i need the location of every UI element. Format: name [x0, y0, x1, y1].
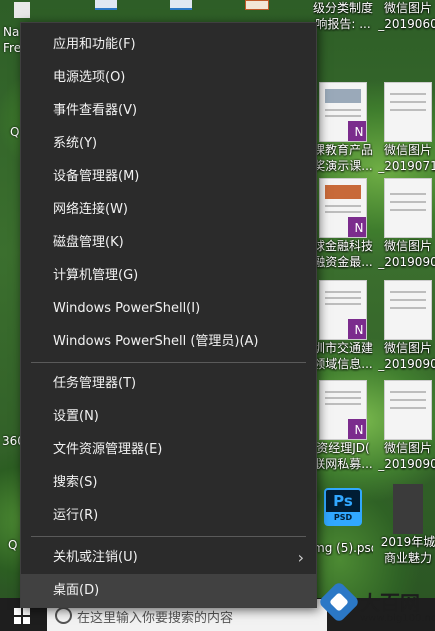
desktop-image-item[interactable]: 2019年城 商业魅力 — [378, 484, 435, 566]
image-thumbnail — [384, 380, 432, 440]
image-thumbnail — [393, 484, 423, 534]
desktop-image-item[interactable]: 微信图片 _2019071 — [378, 82, 435, 174]
onenote-icon: N — [348, 319, 366, 339]
menu-item-run[interactable]: 运行(R) — [21, 499, 316, 532]
onenote-icon: N — [348, 419, 366, 439]
desktop-label-q: Q — [10, 125, 20, 139]
document-thumbnail: N — [319, 380, 367, 440]
desktop-doc-label: 级分类制度 — [313, 1, 373, 15]
document-thumbnail: N — [319, 178, 367, 238]
desktop-image-label: _2019090 — [378, 255, 435, 269]
watermark-title: 大百网 — [360, 591, 420, 615]
desktop-image-label: _2019060 — [378, 17, 435, 31]
image-thumbnail — [384, 178, 432, 238]
desktop-doc-label: 球金融科技 — [313, 239, 373, 253]
chevron-right-icon: › — [297, 548, 304, 567]
desktop-image-label: 商业魅力 — [383, 551, 432, 565]
desktop-image-label: _2019090 — [378, 357, 435, 371]
onenote-icon: N — [348, 121, 366, 141]
search-icon — [55, 607, 72, 624]
image-thumbnail — [384, 82, 432, 142]
desktop-image-label: 微信图片 — [383, 441, 432, 455]
ps-text: Ps — [333, 492, 353, 510]
desktop-doc-label: 领域信息... — [313, 357, 373, 371]
menu-item-apps-features[interactable]: 应用和功能(F) — [21, 28, 316, 61]
desktop-doc-label: 课教育产品 — [313, 143, 373, 157]
desktop-file-icon[interactable] — [245, 0, 269, 10]
menu-item-file-explorer[interactable]: 文件资源管理器(E) — [21, 433, 316, 466]
desktop-doc-label: 奖演示课... — [313, 159, 373, 173]
desktop-doc-label: 响报告: ... — [315, 17, 371, 31]
menu-item-shutdown-signout[interactable]: 关机或注销(U) › — [21, 541, 316, 574]
desktop-image-label: 微信图片 — [383, 239, 432, 253]
desktop-doc-label: 联网私募... — [313, 457, 373, 471]
menu-item-power-options[interactable]: 电源选项(O) — [21, 61, 316, 94]
menu-item-network-connections[interactable]: 网络连接(W) — [21, 193, 316, 226]
menu-item-system[interactable]: 系统(Y) — [21, 127, 316, 160]
desktop-doc-item[interactable]: N 圳市交通建 领域信息... — [313, 280, 373, 372]
onenote-icon: N — [348, 217, 366, 237]
search-placeholder: 在这里输入你要搜索的内容 — [77, 611, 234, 626]
desktop-file-icon[interactable] — [14, 2, 30, 18]
menu-item-desktop[interactable]: 桌面(D) — [21, 574, 316, 607]
desktop-doc-label: 资经理JD( — [316, 441, 370, 455]
menu-item-computer-management[interactable]: 计算机管理(G) — [21, 259, 316, 292]
desktop-file-icon[interactable] — [95, 0, 117, 10]
windows-logo-icon — [23, 617, 30, 624]
desktop-label-na: Na — [3, 25, 20, 39]
desktop-psd-item[interactable]: Ps PSD mg (5).psd — [313, 488, 373, 556]
menu-item-powershell[interactable]: Windows PowerShell(I) — [21, 292, 316, 325]
desktop-image-item[interactable]: 微信图片 _2019090 — [378, 280, 435, 372]
menu-separator — [31, 536, 306, 537]
menu-item-powershell-admin[interactable]: Windows PowerShell (管理员)(A) — [21, 325, 316, 358]
desktop-image-label: _2019090 — [378, 457, 435, 471]
desktop-image-item[interactable]: 微信图片 _2019060 — [378, 0, 435, 32]
photoshop-icon: Ps PSD — [324, 488, 362, 526]
desktop-image-label: 微信图片 — [383, 143, 432, 157]
desktop-image-label: 微信图片 — [383, 341, 432, 355]
document-thumbnail: N — [319, 280, 367, 340]
menu-item-label: 关机或注销(U) — [53, 550, 138, 565]
desktop-doc-label: 圳市交通建 — [313, 341, 373, 355]
menu-item-settings[interactable]: 设置(N) — [21, 400, 316, 433]
windows-logo-icon — [14, 617, 21, 624]
desktop-image-item[interactable]: 微信图片 _2019090 — [378, 380, 435, 472]
windows-logo-icon — [14, 608, 21, 615]
desktop-doc-label: 融资金最... — [313, 255, 373, 269]
menu-separator — [31, 362, 306, 363]
menu-item-device-manager[interactable]: 设备管理器(M) — [21, 160, 316, 193]
desktop-file-icon[interactable] — [170, 0, 192, 10]
desktop-image-label: 微信图片 — [383, 1, 432, 15]
desktop-doc-label: mg (5).psd — [313, 541, 373, 555]
desktop-image-label: _2019071 — [378, 159, 435, 173]
desktop-image-item[interactable]: 微信图片 _2019090 — [378, 178, 435, 270]
image-thumbnail — [384, 280, 432, 340]
watermark-url: www.big100.net — [360, 613, 435, 624]
menu-item-search[interactable]: 搜索(S) — [21, 466, 316, 499]
windows-logo-icon — [23, 608, 30, 615]
desktop-doc-item[interactable]: N 课教育产品 奖演示课... — [313, 82, 373, 174]
menu-item-event-viewer[interactable]: 事件查看器(V) — [21, 94, 316, 127]
desktop-image-label: 2019年城 — [380, 535, 435, 549]
desktop-label-q2: Q — [8, 538, 18, 552]
document-thumbnail: N — [319, 82, 367, 142]
desktop-doc-item[interactable]: N 球金融科技 融资金最... — [313, 178, 373, 270]
desktop-label-fre: Fre — [3, 41, 22, 55]
site-watermark: 大百网 www.big100.net — [317, 580, 435, 631]
menu-item-task-manager[interactable]: 任务管理器(T) — [21, 367, 316, 400]
psd-badge: PSD — [326, 512, 360, 524]
desktop-doc-item[interactable]: N 资经理JD( 联网私募... — [313, 380, 373, 472]
watermark-logo-icon — [317, 580, 361, 624]
winx-power-user-menu: 应用和功能(F) 电源选项(O) 事件查看器(V) 系统(Y) 设备管理器(M)… — [20, 22, 317, 608]
desktop-doc-item[interactable]: 级分类制度 响报告: ... — [313, 0, 373, 32]
menu-item-disk-management[interactable]: 磁盘管理(K) — [21, 226, 316, 259]
